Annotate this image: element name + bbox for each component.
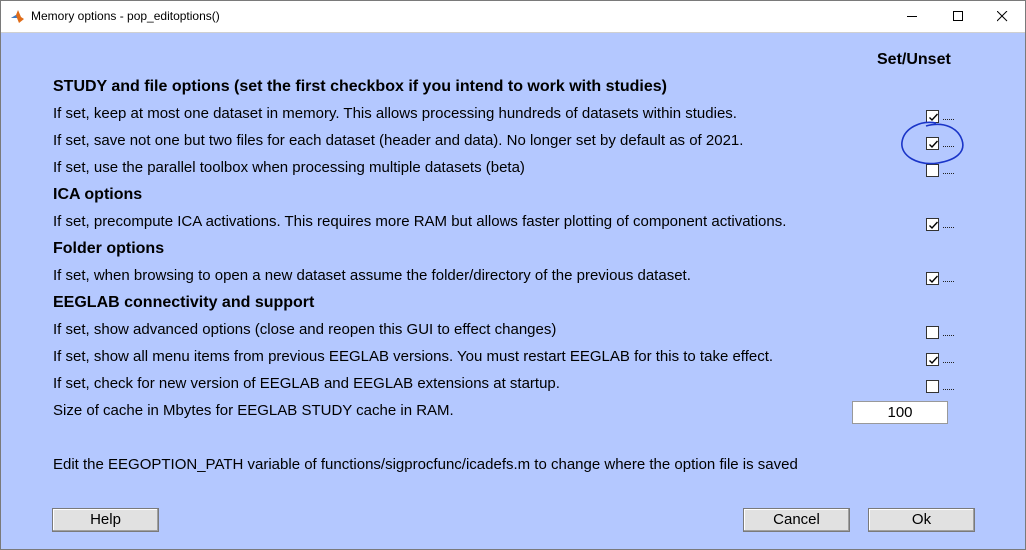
option-label: If set, show all menu items from previou… (53, 348, 774, 365)
section-folder-heading: Folder options (53, 240, 165, 257)
minimize-button[interactable] (889, 1, 935, 32)
option-checkbox[interactable] (926, 380, 939, 393)
option-dots (943, 385, 954, 390)
option-label: If set, save not one but two files for e… (53, 132, 744, 149)
checkmark-icon (929, 275, 939, 284)
option-dots (943, 358, 954, 363)
option-checkbox[interactable] (926, 218, 939, 231)
option-dots (943, 331, 954, 336)
option-label: If set, check for new version of EEGLAB … (53, 375, 560, 392)
footer-note: Edit the EEGOPTION_PATH variable of func… (53, 456, 798, 473)
matlab-icon (10, 9, 25, 24)
option-checkbox[interactable] (926, 326, 939, 339)
checkmark-icon (929, 221, 939, 230)
cache-size-input[interactable]: 100 (852, 401, 948, 424)
close-icon (997, 11, 1008, 22)
checkmark-icon (929, 113, 939, 122)
checkmark-icon (929, 140, 939, 149)
cache-label: Size of cache in Mbytes for EEGLAB STUDY… (53, 402, 454, 419)
option-dots (943, 169, 954, 174)
window-title: Memory options - pop_editoptions() (31, 9, 220, 23)
cancel-button[interactable]: Cancel (743, 508, 850, 532)
ok-button[interactable]: Ok (868, 508, 975, 532)
option-label: If set, show advanced options (close and… (53, 321, 557, 338)
close-button[interactable] (979, 1, 1025, 32)
option-dots (943, 115, 954, 120)
option-label: If set, when browsing to open a new data… (53, 267, 691, 284)
option-checkbox[interactable] (926, 272, 939, 285)
option-dots (943, 142, 954, 147)
help-button[interactable]: Help (52, 508, 159, 532)
set-unset-header: Set/Unset (877, 51, 951, 68)
option-label: If set, use the parallel toolbox when pr… (53, 159, 525, 176)
option-checkbox[interactable] (926, 353, 939, 366)
option-label: If set, precompute ICA activations. This… (53, 213, 787, 230)
option-dots (943, 277, 954, 282)
section-connectivity-heading: EEGLAB connectivity and support (53, 294, 315, 311)
options-dialog: Memory options - pop_editoptions() Set/U… (0, 0, 1026, 550)
option-checkbox[interactable] (926, 110, 939, 123)
section-study-heading: STUDY and file options (set the first ch… (53, 78, 667, 95)
option-label: If set, keep at most one dataset in memo… (53, 105, 737, 122)
section-ica-heading: ICA options (53, 186, 143, 203)
option-checkbox[interactable] (926, 137, 939, 150)
minimize-icon (907, 16, 917, 17)
option-dots (943, 223, 954, 228)
checkmark-icon (929, 356, 939, 365)
maximize-icon (953, 11, 963, 21)
title-bar[interactable]: Memory options - pop_editoptions() (1, 1, 1025, 33)
maximize-button[interactable] (935, 1, 981, 32)
option-checkbox[interactable] (926, 164, 939, 177)
